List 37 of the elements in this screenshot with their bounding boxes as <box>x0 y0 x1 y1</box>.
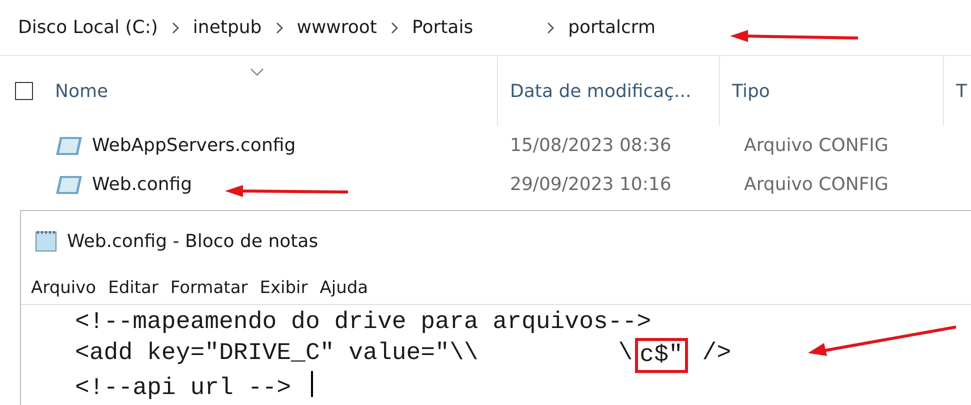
checkbox[interactable] <box>15 82 33 100</box>
file-name[interactable]: Web.config <box>92 174 498 195</box>
breadcrumb-item[interactable]: wwwroot <box>296 17 377 38</box>
breadcrumb-item[interactable]: inetpub <box>192 17 262 38</box>
sort-chevron-icon[interactable] <box>250 68 264 76</box>
menu-item[interactable]: Ajuda <box>320 278 368 298</box>
breadcrumb-item[interactable]: Disco Local (C:) <box>18 17 158 38</box>
code-line: <!--api url --> <box>75 374 292 404</box>
breadcrumb-item[interactable]: Portais <box>412 17 474 38</box>
breadcrumb-item[interactable]: portalcrm <box>568 17 656 38</box>
table-cell-text: Arquivo CONFIG <box>743 174 890 195</box>
highlighted-text: c$" <box>634 338 688 373</box>
code-line: <add key="DRIVE_C" value="\\ <box>75 339 478 369</box>
menu-item[interactable]: Formatar <box>170 278 248 298</box>
table-cell-text: 29/09/2023 10:16 <box>509 174 672 195</box>
menu-item[interactable]: Exibir <box>260 278 308 298</box>
column-header[interactable]: Tipo <box>719 56 943 126</box>
file-name[interactable]: WebAppServers.config <box>92 135 498 156</box>
file-icon <box>54 174 84 196</box>
chevron-icon <box>276 22 283 34</box>
column-header[interactable]: Data de modificaç... <box>497 56 719 126</box>
notepad-icon <box>33 229 59 253</box>
column-header[interactable]: T <box>943 56 967 126</box>
table-cell-text: Arquivo CONFIG <box>743 135 890 156</box>
text-cursor <box>311 371 312 397</box>
file-icon <box>54 134 84 156</box>
menu-item[interactable]: Editar <box>108 278 158 298</box>
chevron-icon <box>391 22 398 34</box>
menu-item[interactable]: Arquivo <box>31 278 96 298</box>
chevron-icon <box>172 22 179 34</box>
code-line: <!--mapeamendo do drive para arquivos--> <box>75 308 652 338</box>
table-cell-text: 15/08/2023 08:36 <box>509 135 672 156</box>
code-text: \ <box>618 339 633 369</box>
code-text: /> <box>701 339 732 369</box>
column-header[interactable]: Nome <box>55 56 497 126</box>
window-title: Web.config - Bloco de notas <box>67 230 318 252</box>
chevron-icon <box>547 22 554 34</box>
